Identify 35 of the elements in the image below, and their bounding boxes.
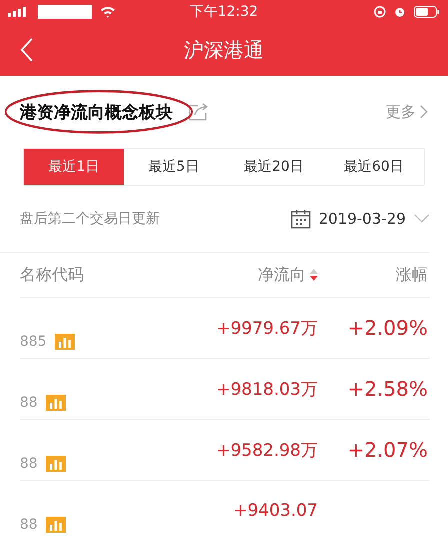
alarm-icon — [394, 6, 406, 18]
redacted-block — [38, 5, 92, 19]
stock-code: 88 — [20, 395, 38, 411]
sort-column-header[interactable]: 净流向 — [170, 264, 318, 286]
period-tab[interactable]: 最近1日 — [24, 149, 124, 185]
stock-code: 88 — [20, 517, 38, 533]
column-header: 涨幅 — [395, 264, 428, 286]
update-note: 盘后第二个交易日更新 — [20, 210, 160, 228]
stock-code: 88 — [20, 456, 38, 472]
sort-icon — [310, 269, 318, 281]
back-icon[interactable] — [20, 38, 34, 62]
net-flow-value: +9818.03万 — [215, 378, 318, 400]
chevron-right-icon — [420, 105, 428, 119]
chart-icon[interactable] — [46, 395, 66, 411]
section-title: 港资净流向概念板块 — [20, 102, 173, 124]
date-picker[interactable]: 2019-03-29 — [290, 209, 430, 229]
battery-icon — [414, 6, 440, 18]
change-value: +2.09% — [346, 316, 428, 340]
rotation-lock-icon — [374, 6, 386, 18]
page-title: 沪深港通 — [184, 36, 264, 64]
chart-icon[interactable] — [46, 456, 66, 472]
wifi-icon — [100, 6, 116, 18]
calendar-icon — [290, 209, 311, 229]
change-value: +2.07% — [346, 438, 428, 462]
stock-code: 885 — [20, 334, 47, 350]
chevron-down-icon — [414, 214, 430, 224]
chart-icon[interactable] — [46, 517, 66, 533]
net-flow-value: +9582.98万 — [215, 440, 318, 462]
column-header: 名称代码 — [20, 264, 85, 286]
net-flow-value: +9403.07 — [232, 501, 318, 521]
status-time: 下午12:32 — [190, 3, 258, 21]
change-value: +2.58% — [346, 377, 428, 401]
chart-icon[interactable] — [54, 334, 75, 350]
net-flow-value: +9979.67万 — [215, 318, 318, 340]
share-icon[interactable] — [189, 103, 209, 121]
